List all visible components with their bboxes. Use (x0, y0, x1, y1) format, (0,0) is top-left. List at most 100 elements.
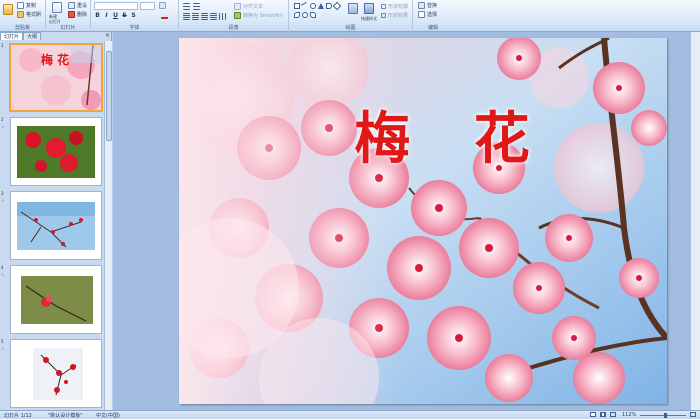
drawing-group: 快速样式 形状轮廓 形状效果 绘图 (289, 0, 413, 32)
paragraph-group: 对齐文本 转换为 SmartArt 段落 (179, 0, 289, 32)
shape-rect-icon[interactable] (294, 3, 300, 9)
smartart-button[interactable]: 转换为 SmartArt (234, 12, 282, 19)
new-slide-icon[interactable] (52, 2, 62, 13)
animation-star-icon: ☆ (1, 124, 5, 129)
font-size-box[interactable] (140, 2, 155, 10)
shape-effect-button[interactable]: 形状效果 (381, 12, 408, 19)
shape-outline-button[interactable]: 形状轮廓 (381, 3, 408, 10)
shape-triangle-icon[interactable] (318, 3, 324, 9)
shape-effect-label: 形状效果 (388, 13, 409, 19)
slide-panel: 幻灯片 大纲 × 1 梅 花 2 ☆ 3 ☆ 4 ☆ 5 ☆ (0, 32, 112, 410)
font-group-label: 字体 (129, 25, 140, 31)
copy-icon (17, 2, 24, 9)
slide-number: 5 (1, 339, 4, 344)
slide-thumbnail-2[interactable] (10, 117, 102, 186)
status-bar: 幻灯片 1/12 "默认设计模板" 中文(中国) 112% (0, 410, 700, 419)
current-slide[interactable]: 梅 花 (179, 38, 667, 404)
panel-scrollbar[interactable] (104, 41, 112, 410)
replace-label: 替换 (427, 3, 438, 9)
justify-icon[interactable] (210, 13, 217, 20)
slide-title[interactable]: 梅 花 (179, 94, 667, 175)
columns-icon[interactable] (219, 13, 226, 20)
slideshow-icon[interactable] (610, 412, 616, 417)
delete-icon (68, 11, 75, 18)
slide-number: 2 (1, 117, 4, 122)
align-left-icon[interactable] (183, 13, 190, 20)
bold-button[interactable]: B (94, 12, 101, 19)
shape-arrow-icon[interactable] (326, 3, 332, 9)
zoom-slider-thumb[interactable] (664, 413, 667, 418)
thumbnail-title: 梅 花 (41, 53, 70, 67)
strikethrough-button[interactable]: S (121, 12, 128, 19)
ribbon: 复制 格式刷 剪贴板 新建 幻灯片 重设 删除 幻灯片 B I U S S 字体 (0, 0, 700, 32)
slide-sorter-icon[interactable] (600, 412, 606, 417)
shadow-button[interactable]: S (130, 12, 137, 19)
smartart-label: 转换为 SmartArt (243, 13, 283, 19)
new-slide-label[interactable]: 新建 幻灯片 (49, 14, 61, 24)
format-painter-button[interactable]: 格式刷 (17, 11, 41, 18)
font-group: B I U S S 字体 (91, 0, 179, 32)
numbering-icon[interactable] (193, 3, 200, 10)
editing-group-label: 编辑 (427, 25, 438, 31)
quick-styles-icon[interactable] (364, 3, 374, 14)
slides-group-label: 幻灯片 (60, 25, 76, 31)
slide-thumbnail-4[interactable] (10, 265, 102, 334)
align-center-icon[interactable] (192, 13, 199, 20)
shape-effect-icon (381, 13, 386, 18)
paragraph-group-label: 段落 (228, 25, 239, 31)
slide-editing-area: 梅 花 (113, 32, 700, 410)
tab-slides[interactable]: 幻灯片 (0, 32, 24, 40)
align-right-icon[interactable] (201, 13, 208, 20)
delete-slide-button[interactable]: 删除 (68, 11, 87, 18)
select-label: 选择 (427, 12, 438, 18)
arrange-icon[interactable] (348, 3, 358, 14)
shape-star-icon[interactable] (332, 1, 342, 11)
shape-outline-label: 形状轮廓 (388, 4, 409, 10)
select-button[interactable]: 选择 (418, 11, 437, 18)
shape-curve-icon[interactable] (294, 12, 300, 18)
animation-star-icon: ☆ (1, 198, 5, 203)
align-text-icon (234, 3, 241, 10)
slides-group: 新建 幻灯片 重设 删除 幻灯片 (46, 0, 91, 32)
zoom-text[interactable]: 112% (622, 412, 636, 418)
reset-label: 重设 (77, 3, 88, 9)
font-name-box[interactable] (94, 2, 138, 10)
font-color-icon[interactable] (161, 12, 168, 19)
align-text-label: 对齐文本 (243, 4, 264, 10)
paste-icon[interactable] (3, 4, 13, 15)
align-text-button[interactable]: 对齐文本 (234, 3, 263, 10)
shape-oval-icon[interactable] (310, 3, 316, 9)
shape-brace-icon[interactable] (302, 12, 308, 18)
italic-button[interactable]: I (103, 12, 110, 19)
replace-icon (418, 2, 425, 9)
reset-icon (68, 2, 75, 9)
slide-thumbnail-3[interactable] (10, 191, 102, 260)
close-icon[interactable]: × (105, 32, 110, 40)
grow-font-icon[interactable] (159, 2, 166, 9)
zoom-slider[interactable] (640, 415, 686, 416)
thumbnail-image (11, 266, 101, 333)
quick-styles-label: 快速样式 (361, 16, 377, 21)
editor-scrollbar[interactable] (690, 32, 700, 410)
shape-callout-icon[interactable] (310, 12, 316, 18)
quick-styles-button[interactable]: 快速样式 (361, 16, 377, 22)
language-text[interactable]: 中文(中国) (96, 412, 120, 419)
copy-label: 复制 (26, 3, 37, 9)
normal-view-icon[interactable] (590, 412, 596, 417)
slide-thumbnail-5[interactable] (10, 339, 102, 408)
animation-star-icon: ☆ (1, 272, 5, 277)
shape-line-icon[interactable] (300, 1, 310, 11)
tab-outline[interactable]: 大纲 (23, 32, 42, 40)
slide-number: 3 (1, 191, 4, 196)
clipboard-group-label: 剪贴板 (14, 25, 30, 31)
theme-name-text: "默认设计模板" (48, 413, 83, 419)
scrollbar-thumb[interactable] (106, 51, 112, 141)
fit-to-window-icon[interactable] (690, 412, 696, 417)
underline-button[interactable]: U (112, 12, 119, 19)
reset-button[interactable]: 重设 (68, 2, 87, 9)
copy-button[interactable]: 复制 (17, 2, 36, 9)
format-painter-icon (17, 11, 24, 18)
slide-thumbnail-1[interactable]: 梅 花 (9, 43, 103, 112)
bullets-icon[interactable] (183, 3, 190, 10)
replace-button[interactable]: 替换 (418, 2, 437, 9)
